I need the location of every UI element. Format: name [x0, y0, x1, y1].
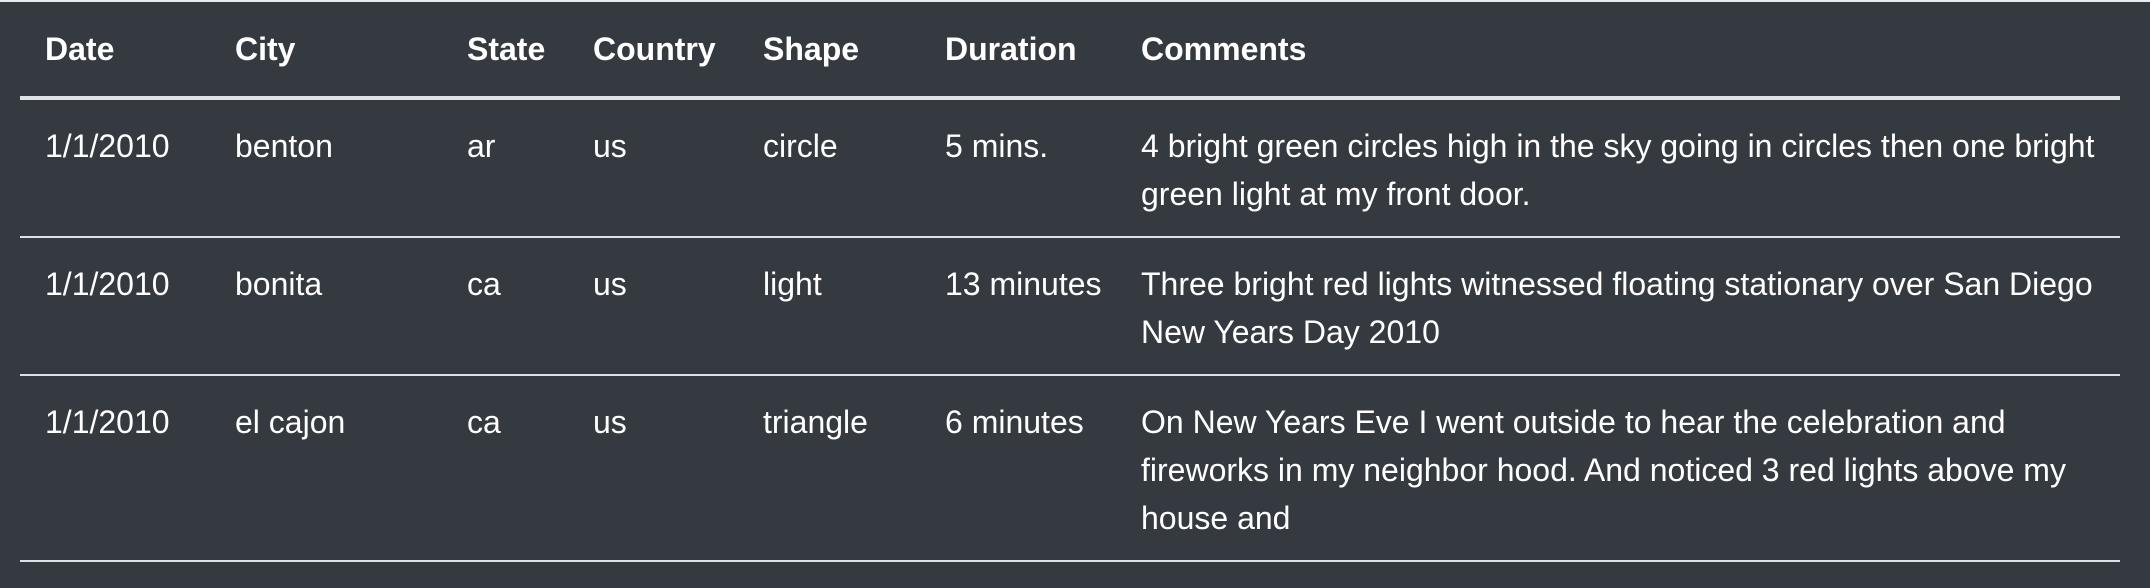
- ufo-sightings-table: Date City State Country Shape Duration C…: [20, 2, 2120, 562]
- cell-shape: light: [738, 237, 920, 376]
- table-row: 1/1/2010 bonita ca us light 13 minutes T…: [20, 237, 2120, 376]
- cell-country: us: [568, 237, 738, 376]
- cell-country: us: [568, 375, 738, 562]
- cell-state: ar: [442, 98, 568, 238]
- cell-duration: 6 minutes: [920, 375, 1116, 562]
- cell-shape: circle: [738, 98, 920, 238]
- table-header: Date City State Country Shape Duration C…: [20, 2, 2120, 100]
- table-row: 1/1/2010 el cajon ca us triangle 6 minut…: [20, 375, 2120, 562]
- header-duration: Duration: [920, 2, 1116, 100]
- table-row: 1/1/2010 benton ar us circle 5 mins. 4 b…: [20, 98, 2120, 238]
- cell-shape: triangle: [738, 375, 920, 562]
- header-shape: Shape: [738, 2, 920, 100]
- cell-state: ca: [442, 237, 568, 376]
- cell-date: 1/1/2010: [20, 375, 210, 562]
- cell-comments: Three bright red lights witnessed floati…: [1116, 237, 2120, 376]
- header-state: State: [442, 2, 568, 100]
- ufo-sightings-panel: Date City State Country Shape Duration C…: [0, 0, 2150, 588]
- cell-city: bonita: [210, 237, 442, 376]
- cell-comments: On New Years Eve I went outside to hear …: [1116, 375, 2120, 562]
- cell-date: 1/1/2010: [20, 237, 210, 376]
- cell-country: us: [568, 98, 738, 238]
- header-row: Date City State Country Shape Duration C…: [20, 2, 2120, 100]
- cell-city: el cajon: [210, 375, 442, 562]
- header-city: City: [210, 2, 442, 100]
- table-body: 1/1/2010 benton ar us circle 5 mins. 4 b…: [20, 98, 2120, 562]
- cell-duration: 5 mins.: [920, 98, 1116, 238]
- header-date: Date: [20, 2, 210, 100]
- header-comments: Comments: [1116, 2, 2120, 100]
- cell-comments: 4 bright green circles high in the sky g…: [1116, 98, 2120, 238]
- header-country: Country: [568, 2, 738, 100]
- cell-state: ca: [442, 375, 568, 562]
- cell-duration: 13 minutes: [920, 237, 1116, 376]
- cell-date: 1/1/2010: [20, 98, 210, 238]
- cell-city: benton: [210, 98, 442, 238]
